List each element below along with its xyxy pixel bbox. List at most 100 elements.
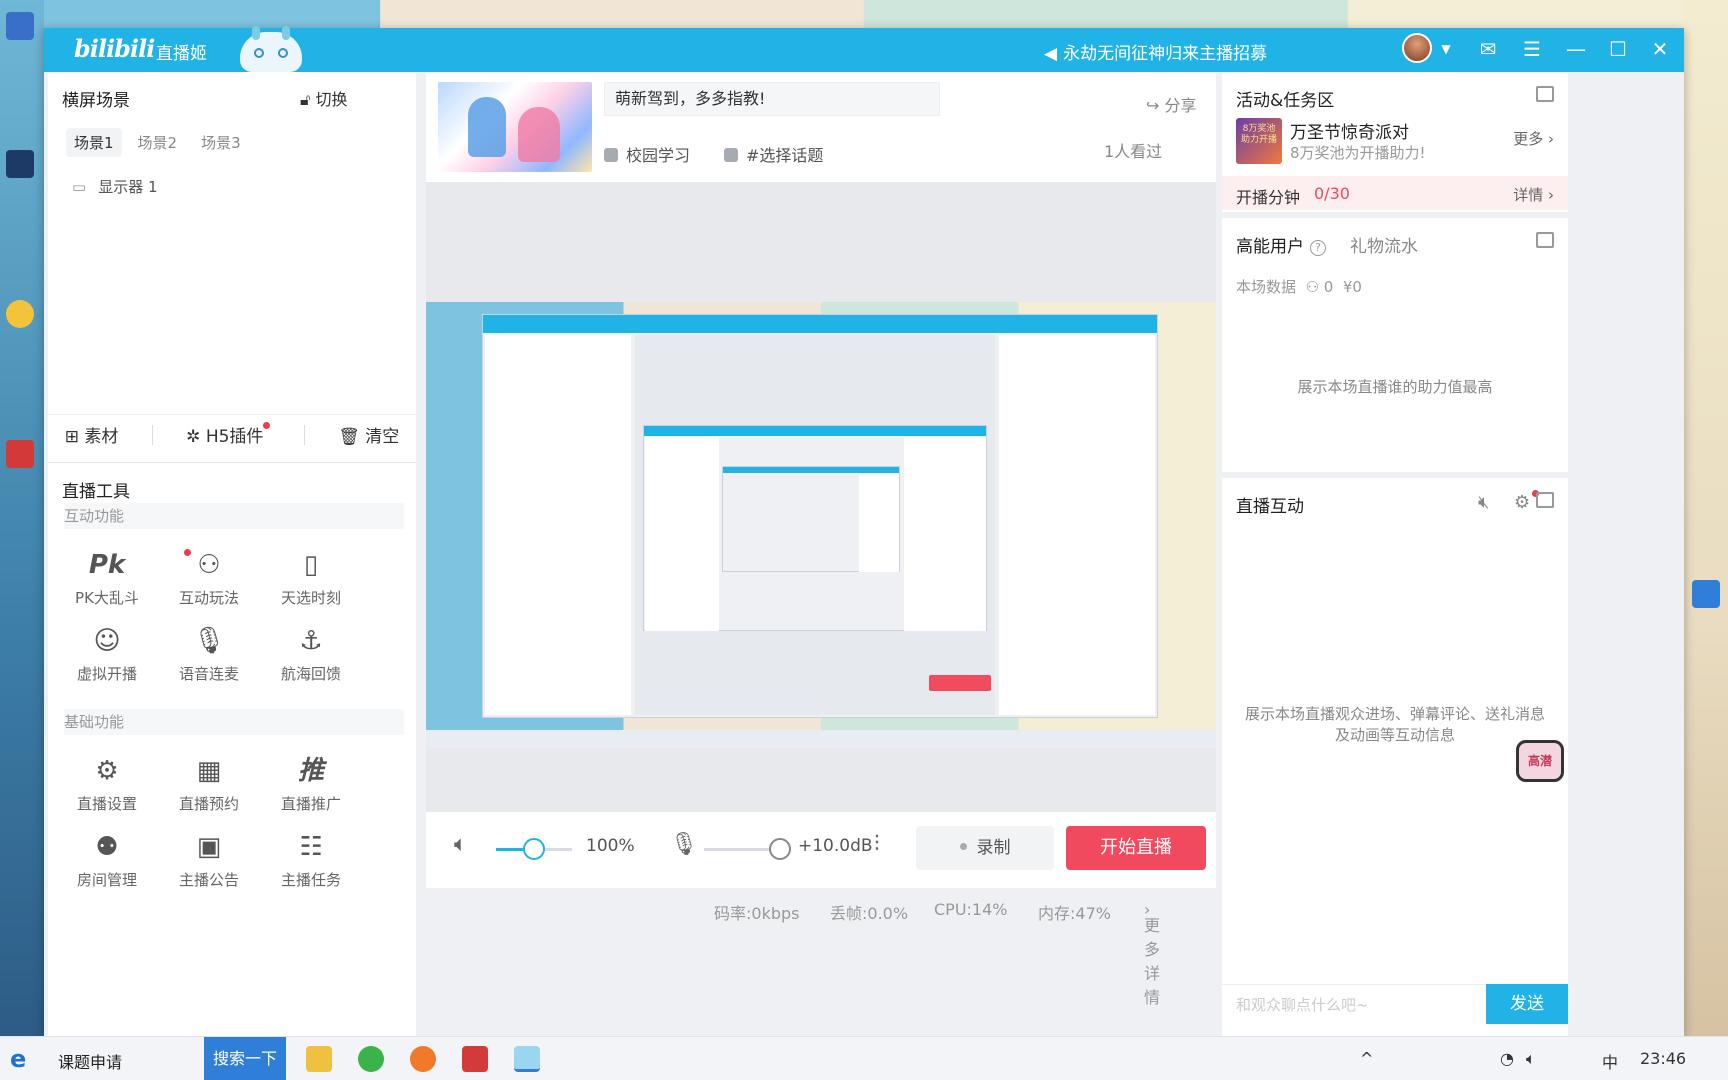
virtual-live-tool[interactable]: ☺ 虚拟开播: [52, 623, 162, 684]
desktop-icon[interactable]: [6, 300, 34, 328]
volume-slider-knob[interactable]: [523, 838, 545, 860]
send-button[interactable]: 发送: [1486, 984, 1568, 1024]
tool-label: 直播设置: [76, 795, 137, 813]
puzzle-icon: ✲: [186, 427, 201, 447]
file-explorer-icon[interactable]: [306, 1046, 332, 1072]
bilibili-logo: bilibili: [74, 34, 155, 63]
lucky-draw-tool[interactable]: ▯ 天选时刻: [256, 547, 366, 608]
h5-plugin-button[interactable]: ✲ H5插件: [186, 422, 271, 447]
tab-scene-1[interactable]: 场景1: [66, 128, 122, 157]
tool-label: 互动玩法: [178, 589, 239, 607]
tab-scene-2[interactable]: 场景2: [130, 128, 186, 157]
stream-preview[interactable]: [426, 302, 1216, 748]
category-label: 校园学习: [626, 146, 691, 165]
live-studio-taskbar-icon[interactable]: [514, 1046, 540, 1072]
live-studio-window: bilibili 直播姬 ◀ 永劫无间征神归来主播招募 ▼ ✉ ☰ — ☐ ✕ 横…: [44, 26, 1684, 1036]
guard-feedback-tool[interactable]: ⚓ 航海回馈: [256, 623, 366, 684]
start-live-button[interactable]: 开始直播: [1066, 826, 1206, 870]
popout-icon[interactable]: [1536, 86, 1554, 102]
tray-expand-icon[interactable]: ^: [1360, 1049, 1373, 1068]
ie-browser-icon[interactable]: e: [10, 1045, 26, 1073]
network-icon[interactable]: ◔: [1500, 1049, 1514, 1068]
desktop-icon[interactable]: [6, 440, 34, 468]
room-title-input[interactable]: 萌新驾到，多多指教!: [604, 82, 940, 116]
firefox-icon[interactable]: [410, 1046, 436, 1072]
live-interaction-panel: 直播互动 🔇︎ ⚙ 展示本场直播观众进场、弹幕评论、送礼消息 及动画等互动信息 高…: [1222, 478, 1568, 1036]
record-button[interactable]: 录制: [916, 826, 1054, 870]
voice-link-tool[interactable]: 🎙︎ 语音连麦: [154, 623, 264, 684]
activity-name[interactable]: 万圣节惊奇派对: [1290, 118, 1409, 143]
cover-image[interactable]: [438, 82, 592, 172]
clear-label: 清空: [365, 427, 400, 447]
topic-tag[interactable]: #选择话题: [724, 142, 823, 166]
maximize-icon[interactable]: ☐: [1604, 36, 1632, 62]
add-material-button[interactable]: ⊞ 素材: [65, 422, 119, 447]
interactive-play-tool[interactable]: ⚇ 互动玩法: [154, 547, 264, 608]
activity-thumbnail[interactable]: 8万奖池 助力开播: [1236, 118, 1282, 164]
avatar[interactable]: [1402, 33, 1432, 63]
popout-icon[interactable]: [1536, 492, 1554, 508]
share-label: 分享: [1164, 96, 1197, 115]
lock-icon: 🔓︎: [300, 90, 311, 109]
share-button[interactable]: ↪ 分享: [1146, 92, 1197, 116]
chat-input[interactable]: 和观众聊点什么吧~: [1222, 984, 1486, 1024]
browser-icon[interactable]: [358, 1046, 384, 1072]
desktop-icon[interactable]: [6, 150, 34, 178]
tool-label: PK大乱斗: [75, 589, 139, 607]
share-icon: ↪: [1146, 96, 1160, 115]
app-name: 直播姬: [156, 44, 207, 64]
live-schedule-tool[interactable]: ▦ 直播预约: [154, 753, 264, 814]
avatar-dropdown-icon[interactable]: ▼: [1432, 36, 1460, 62]
tv-badge-icon[interactable]: 高潜: [1516, 740, 1564, 782]
gear-icon[interactable]: ⚙: [1514, 492, 1530, 513]
scene-panel: 横屏场景 🔓︎ 切换 场景1 场景2 场景3 ▭ 显示器 1 ⊞ 素材 ✲ H5插…: [48, 72, 416, 462]
source-item-display-1[interactable]: ▭ 显示器 1: [72, 176, 158, 197]
volume-icon[interactable]: 🔈︎: [1526, 1049, 1536, 1069]
wps-icon[interactable]: [462, 1046, 488, 1072]
clear-button[interactable]: 🗑︎ 清空: [338, 422, 399, 447]
switch-button[interactable]: 🔓︎ 切换: [300, 86, 347, 110]
record-label: 录制: [976, 838, 1011, 858]
search-button[interactable]: 搜索一下: [204, 1037, 286, 1080]
live-settings-tool[interactable]: ⚙ 直播设置: [52, 753, 162, 814]
taskbar-item[interactable]: 课题申请: [58, 1049, 122, 1073]
live-promotion-tool[interactable]: 推直播推广: [256, 753, 366, 814]
briefcase-icon: ▣: [196, 832, 222, 862]
popout-icon[interactable]: [1536, 232, 1554, 248]
help-icon[interactable]: ?: [1310, 240, 1326, 256]
calendar-icon: ▦: [196, 756, 222, 786]
minimize-icon[interactable]: —: [1562, 36, 1590, 62]
speaker-icon[interactable]: 🔈︎: [454, 832, 467, 857]
empty-line-1: 展示本场直播观众进场、弹幕评论、送礼消息: [1244, 705, 1545, 723]
close-icon[interactable]: ✕: [1646, 36, 1674, 62]
activity-more-link[interactable]: 更多 ›: [1513, 128, 1554, 149]
more-details-label: 更多详情: [1144, 916, 1161, 1007]
mic-gain-slider-knob[interactable]: [768, 838, 791, 860]
mute-icon[interactable]: 🔇︎: [1478, 492, 1489, 513]
announcement-link[interactable]: ◀ 永劫无间征神归来主播招募: [1044, 39, 1267, 64]
mic-muted-icon[interactable]: 🎙︎: [670, 832, 698, 857]
user-count: 0: [1323, 278, 1334, 296]
category-icon: [604, 148, 618, 162]
task-detail-link[interactable]: 详情 ›: [1513, 184, 1554, 205]
bitrate-status: 码率:0kbps: [714, 904, 800, 923]
desktop-icon[interactable]: [1692, 580, 1720, 608]
ime-indicator[interactable]: 中: [1602, 1049, 1618, 1073]
preview-taskbar: [426, 730, 1216, 748]
clock[interactable]: 23:46: [1640, 1049, 1686, 1068]
menu-icon[interactable]: ☰: [1518, 36, 1546, 62]
mail-icon[interactable]: ✉: [1474, 36, 1502, 62]
tab-gift-flow[interactable]: 礼物流水: [1350, 232, 1418, 257]
category-tag[interactable]: 校园学习: [604, 142, 690, 166]
pk-battle-tool[interactable]: Pk PK大乱斗: [52, 547, 162, 608]
tab-hot-users[interactable]: 高能用户?: [1236, 232, 1326, 257]
desktop-icon[interactable]: [6, 12, 34, 40]
mixer-icon[interactable]: ⫶: [874, 832, 880, 857]
user-settings-icon: ⚉: [95, 832, 119, 862]
tool-label: 直播预约: [178, 795, 239, 813]
streamer-notice-tool[interactable]: ▣ 主播公告: [154, 829, 264, 890]
room-management-tool[interactable]: ⚉ 房间管理: [52, 829, 162, 890]
tab-scene-3[interactable]: 场景3: [193, 128, 249, 157]
streamer-tasks-tool[interactable]: ☷ 主播任务: [256, 829, 366, 890]
more-details-link[interactable]: 更多详情 ›: [1144, 900, 1160, 1007]
